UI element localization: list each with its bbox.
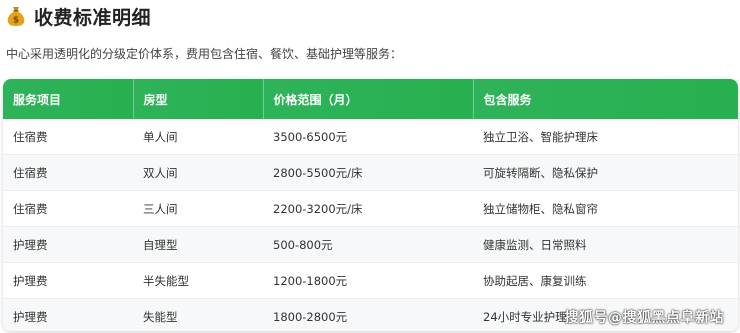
- watermark: 搜狐号@搜狐黑点阜新站: [564, 310, 724, 326]
- table-row: 住宿费 单人间 3500-6500元 独立卫浴、智能护理床: [3, 119, 738, 155]
- intro-text: 中心采用透明化的分级定价体系，费用包含住宿、餐饮、基础护理等服务：: [6, 47, 403, 61]
- cell-service: 护理费: [3, 226, 133, 263]
- cell-included: 独立卫浴、智能护理床: [473, 119, 738, 155]
- cell-included: 协助起居、康复训练: [473, 262, 738, 299]
- cell-price: 500-800元: [263, 226, 473, 263]
- table-header-row: 服务项目 房型 价格范围（月） 包含服务: [3, 79, 738, 119]
- page-title: 收费标准明细: [34, 6, 152, 29]
- cell-service: 住宿费: [3, 119, 133, 155]
- cell-room-type: 单人间: [133, 119, 263, 155]
- cell-price: 3500-6500元: [263, 119, 473, 155]
- section-header: $ 收费标准明细: [6, 2, 151, 30]
- table-row: 护理费 自理型 500-800元 健康监测、日常照料: [3, 226, 738, 263]
- cell-price: 1800-2800元: [263, 298, 473, 331]
- cell-price: 1200-1800元: [263, 262, 473, 299]
- cell-price: 2200-3200元/床: [263, 190, 473, 227]
- cell-service: 住宿费: [3, 154, 133, 191]
- cell-service: 住宿费: [3, 190, 133, 227]
- table-row: 住宿费 双人间 2800-5500元/床 可旋转隔断、隐私保护: [3, 154, 738, 191]
- money-bag-icon: $: [7, 7, 25, 26]
- table-row: 护理费 半失能型 1200-1800元 协助起居、康复训练: [3, 262, 738, 299]
- svg-text:$: $: [13, 16, 19, 26]
- table-row: 住宿费 三人间 2200-3200元/床 独立储物柜、隐私窗帘: [3, 190, 738, 227]
- cell-service: 护理费: [3, 298, 133, 331]
- cell-included: 健康监测、日常照料: [473, 226, 738, 263]
- column-header-room-type: 房型: [133, 79, 264, 119]
- cell-price: 2800-5500元/床: [263, 154, 473, 191]
- column-header-price: 价格范围（月）: [263, 79, 474, 119]
- cell-service: 护理费: [3, 262, 133, 299]
- column-header-included: 包含服务: [473, 79, 738, 119]
- cell-room-type: 失能型: [133, 298, 263, 331]
- cell-included: 可旋转隔断、隐私保护: [473, 154, 738, 191]
- column-header-service: 服务项目: [3, 79, 134, 119]
- cell-room-type: 双人间: [133, 154, 263, 191]
- fee-table: 服务项目 房型 价格范围（月） 包含服务 住宿费 单人间 3500-6500元 …: [3, 79, 738, 331]
- cell-room-type: 自理型: [133, 226, 263, 263]
- cell-room-type: 半失能型: [133, 262, 263, 299]
- cell-included: 独立储物柜、隐私窗帘: [473, 190, 738, 227]
- cell-room-type: 三人间: [133, 190, 263, 227]
